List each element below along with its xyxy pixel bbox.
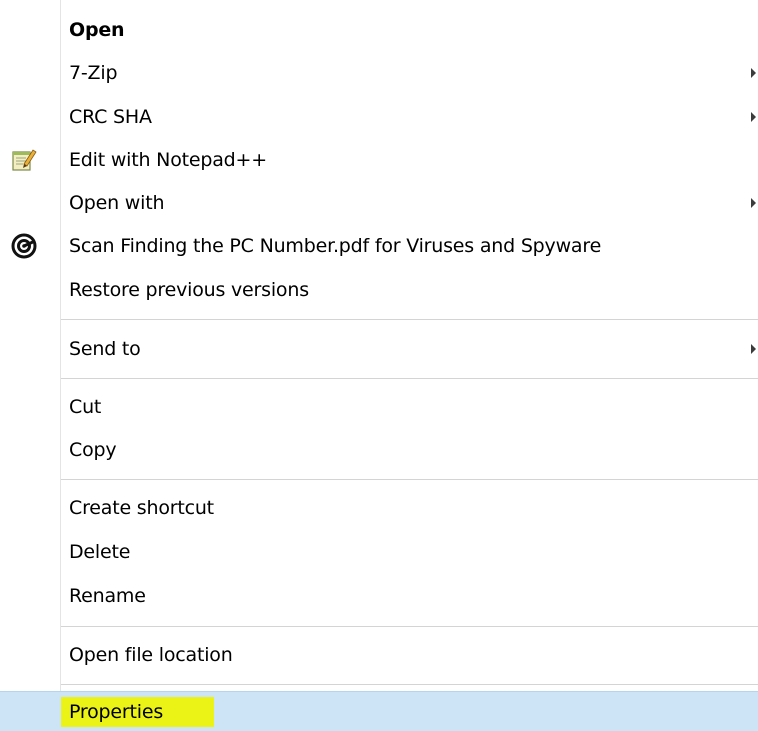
antivirus-scan-icon: [11, 233, 37, 259]
menu-item-label: Restore previous versions: [69, 279, 309, 301]
menu-item-rename[interactable]: Rename: [0, 576, 758, 616]
menu-item-label: Delete: [69, 541, 131, 563]
menu-item-label: 7-Zip: [69, 62, 118, 84]
menu-item-7zip[interactable]: 7-Zip: [0, 53, 758, 93]
menu-separator: [61, 319, 758, 321]
submenu-arrow-icon: [751, 112, 756, 122]
context-menu: Open 7-Zip CRC SHA Edit with Notepad++ O…: [0, 0, 758, 731]
notepad-plus-plus-icon: [11, 147, 37, 173]
menu-item-send-to[interactable]: Send to: [0, 329, 758, 369]
menu-item-label: Open: [69, 19, 125, 41]
menu-item-delete[interactable]: Delete: [0, 532, 758, 572]
menu-item-label: Create shortcut: [69, 497, 214, 519]
menu-item-label: Open file location: [69, 644, 233, 666]
submenu-arrow-icon: [751, 68, 756, 78]
menu-item-label: Copy: [69, 439, 117, 461]
menu-item-create-shortcut[interactable]: Create shortcut: [0, 488, 758, 528]
menu-item-properties[interactable]: Properties: [0, 691, 758, 731]
menu-item-label: Edit with Notepad++: [69, 149, 267, 171]
menu-separator: [61, 378, 758, 380]
menu-item-crc-sha[interactable]: CRC SHA: [0, 97, 758, 137]
menu-separator: [61, 479, 758, 481]
menu-item-edit-with-notepad[interactable]: Edit with Notepad++: [0, 140, 758, 180]
menu-item-restore-previous-versions[interactable]: Restore previous versions: [0, 270, 758, 310]
menu-item-open[interactable]: Open: [0, 10, 758, 50]
menu-item-scan-viruses[interactable]: Scan Finding the PC Number.pdf for Virus…: [0, 226, 758, 266]
menu-separator: [61, 626, 758, 628]
menu-item-label: Properties: [69, 700, 164, 723]
menu-item-open-with[interactable]: Open with: [0, 183, 758, 223]
menu-item-label: Rename: [69, 585, 146, 607]
menu-item-label: Cut: [69, 396, 102, 418]
menu-item-label: CRC SHA: [69, 106, 152, 128]
menu-separator: [61, 684, 758, 686]
menu-item-label: Open with: [69, 192, 165, 214]
submenu-arrow-icon: [751, 344, 756, 354]
submenu-arrow-icon: [751, 198, 756, 208]
menu-item-label: Send to: [69, 338, 141, 360]
menu-item-cut[interactable]: Cut: [0, 387, 758, 427]
menu-item-label: Scan Finding the PC Number.pdf for Virus…: [69, 235, 602, 257]
menu-item-copy[interactable]: Copy: [0, 430, 758, 470]
menu-item-open-file-location[interactable]: Open file location: [0, 635, 758, 675]
